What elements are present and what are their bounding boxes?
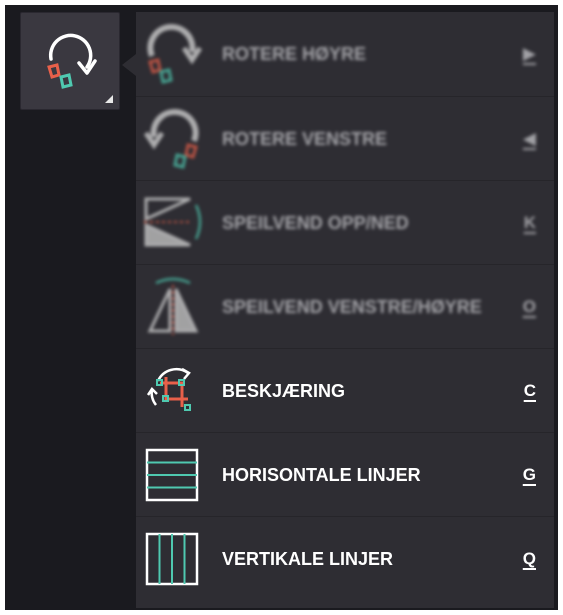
menu-item-flip-vertical[interactable]: SPEILVEND OPP/NED K xyxy=(136,180,554,264)
menu-item-flip-horizontal[interactable]: SPEILVEND VENSTRE/HØYRE O xyxy=(136,264,554,348)
menu-item-label: BESKJÆRING xyxy=(222,381,346,401)
rotate-menu: ROTERE HØYRE ▶ ROTERE VENSTRE ◀ SPEILVEN… xyxy=(136,12,554,608)
horizontal-lines-icon xyxy=(145,448,199,502)
shortcut-key: C xyxy=(523,381,536,400)
rotate-tool-button[interactable] xyxy=(20,12,120,110)
menu-item-rotate-right[interactable]: ROTERE HØYRE ▶ xyxy=(136,12,554,96)
shortcut-key: G xyxy=(522,465,536,484)
expand-corner-icon xyxy=(105,95,113,103)
shortcut-key: O xyxy=(522,297,536,316)
rotate-right-icon xyxy=(147,23,203,84)
shortcut-key: ▶ xyxy=(522,44,536,63)
menu-item-crop[interactable]: BESKJÆRING C xyxy=(136,348,554,432)
flip-horizontal-icon xyxy=(147,277,199,335)
shortcut-key: Q xyxy=(522,549,536,568)
rotate-left-icon xyxy=(143,108,199,169)
menu-item-vertical-lines[interactable]: VERTIKALE LINJER Q xyxy=(136,516,554,600)
crop-icon xyxy=(146,367,191,411)
flip-vertical-icon xyxy=(144,197,202,247)
menu-item-label: VERTIKALE LINJER xyxy=(222,549,394,569)
menu-item-label: HORISONTALE LINJER xyxy=(222,465,421,485)
shortcut-key: ◀ xyxy=(522,129,536,148)
shortcut-key: K xyxy=(523,213,536,232)
rotate-tool-icon xyxy=(47,33,97,89)
menu-item-horizontal-lines[interactable]: HORISONTALE LINJER G xyxy=(136,432,554,516)
menu-pointer xyxy=(122,54,136,76)
menu-item-label: SPEILVEND VENSTRE/HØYRE xyxy=(222,297,482,317)
menu-item-label: SPEILVEND OPP/NED xyxy=(222,213,409,233)
menu-item-rotate-left[interactable]: ROTERE VENSTRE ◀ xyxy=(136,96,554,180)
menu-item-label: ROTERE HØYRE xyxy=(222,44,367,64)
menu-item-label: ROTERE VENSTRE xyxy=(222,129,388,149)
vertical-lines-icon xyxy=(145,532,199,586)
